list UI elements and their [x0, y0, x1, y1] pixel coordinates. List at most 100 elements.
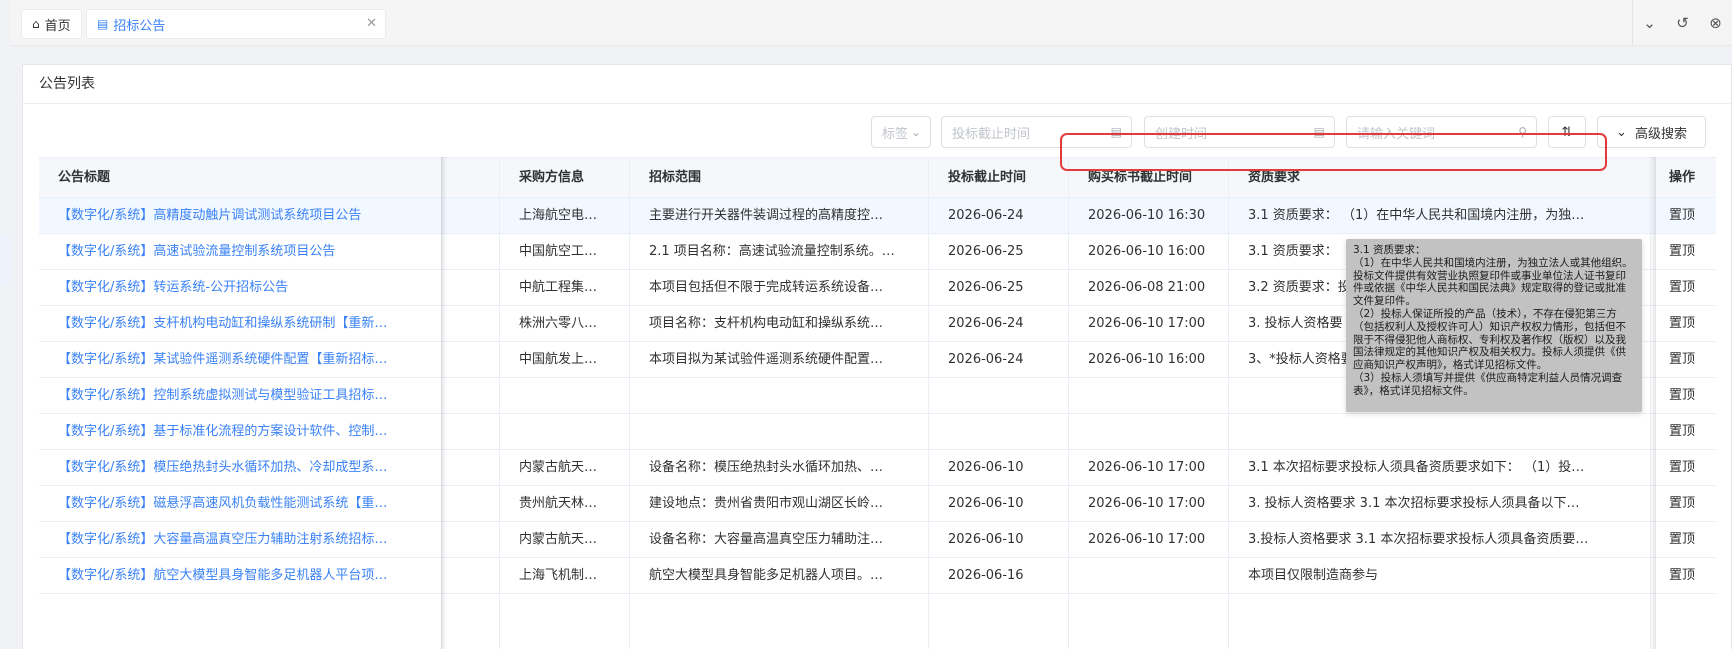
tooltip-line: （3）投标人须填写并提供《供应商特定利益人员情况调查表》，格式详见招标文件。 — [1353, 371, 1623, 397]
header-scope[interactable]: 招标范围 — [630, 158, 931, 198]
cell-bid-deadline: 2026-06-25 — [948, 244, 1024, 259]
tab-announcements[interactable]: ▤ 招标公告 ✕ — [86, 9, 386, 39]
keyword-search-input[interactable]: 请输入关键词 ⚲ — [1346, 116, 1537, 148]
header-qualification[interactable]: 资质要求 — [1229, 158, 1649, 198]
calendar-icon: ▤ — [1313, 125, 1325, 139]
tab-announcements-label: 招标公告 — [113, 18, 166, 34]
cell-title[interactable]: 【数字化/系统】高速试验流量控制系统项目公告 — [39, 234, 441, 270]
column-divider — [629, 157, 630, 649]
top-action-link[interactable]: 置顶 — [1650, 198, 1716, 234]
header-title[interactable]: 公告标题 — [39, 158, 449, 198]
top-action-link[interactable]: 置顶 — [1650, 414, 1716, 450]
table-row[interactable]: 【数字化/系统】模压绝热封头水循环加热、冷却成型系… 内蒙古航天… 设备名称：模压绝… — [39, 450, 1716, 486]
cell-title[interactable]: 【数字化/系统】模压绝热封头水循环加热、冷却成型系… — [39, 450, 441, 486]
top-action-link[interactable]: 置顶 — [1650, 306, 1716, 342]
cell-scope: 项目名称：支杆机构电动缸和操纵系统… — [649, 316, 884, 331]
cell-scope: 本项目拟为某试验件遥测系统硬件配置… — [649, 352, 884, 367]
cell-buyer: 上海航空电… — [519, 208, 598, 223]
cell-scope: 航空大模型具身智能多足机器人项目。… — [649, 568, 884, 583]
cell-title[interactable]: 【数字化/系统】转运系统-公开招标公告 — [39, 270, 441, 306]
cell-scope: 主要进行开关器件装调过程的高精度控… — [649, 208, 884, 223]
cell-title[interactable]: 【数字化/系统】控制系统虚拟测试与模型验证工具招标… — [39, 378, 441, 414]
cell-title[interactable]: 【数字化/系统】高精度动触片调试测试系统项目公告 — [39, 198, 441, 234]
cell-doc-deadline — [1069, 558, 1228, 594]
cell-doc-deadline: 2026-06-10 17:00 — [1088, 532, 1206, 547]
close-circle-icon[interactable]: ⊗ — [1709, 14, 1722, 32]
column-divider — [499, 157, 500, 649]
created-time-picker[interactable]: 创建时间 ▤ — [1144, 116, 1335, 148]
top-action-link[interactable]: 置顶 — [1650, 270, 1716, 306]
table-row[interactable]: 【数字化/系统】大容量高温真空压力辅助注射系统招标… 内蒙古航天… 设备名称：大容量… — [39, 522, 1716, 558]
advanced-search-button[interactable]: ⌄ 高级搜索 — [1597, 116, 1706, 148]
cell-scope: 设备名称：模压绝热封头水循环加热、… — [649, 460, 884, 475]
bid-deadline-placeholder: 投标截止时间 — [952, 126, 1031, 142]
table-row[interactable]: 【数字化/系统】基于标准化流程的方案设计软件、控制… 置顶 — [39, 414, 1716, 450]
cell-doc-deadline — [1069, 378, 1228, 414]
search-icon: ⚲ — [1518, 125, 1527, 139]
top-action-link[interactable]: 置顶 — [1650, 558, 1716, 594]
cell-bid-deadline: 2026-06-10 — [948, 532, 1024, 547]
fixed-column-shadow — [1650, 157, 1656, 649]
advanced-search-label: 高级搜索 — [1634, 126, 1687, 142]
cell-qualification: 3.1 本次招标要求投标人须具备资质要求如下： （1）投… — [1248, 460, 1585, 475]
history-icon[interactable]: ↺ — [1676, 14, 1689, 32]
sort-button[interactable]: ⇅ — [1548, 116, 1586, 148]
cell-doc-deadline: 2026-06-10 16:30 — [1088, 208, 1206, 223]
header-doc-deadline[interactable]: 购买标书截止时间 — [1069, 158, 1230, 198]
table-row[interactable]: 【数字化/系统】磁悬浮高速风机负载性能测试系统【重… 贵州航天林… 建设地点：贵州省… — [39, 486, 1716, 522]
cell-doc-deadline: 2026-06-10 16:00 — [1088, 244, 1206, 259]
tab-home-label: 首页 — [44, 18, 71, 34]
cell-scope — [630, 414, 928, 450]
table-row[interactable]: 【数字化/系统】航空大模型具身智能多足机器人平台项… 上海飞机制… 航空大模型具身智… — [39, 558, 1716, 594]
header-action: 操作 — [1669, 170, 1696, 185]
cell-title[interactable]: 【数字化/系统】航空大模型具身智能多足机器人平台项… — [39, 558, 441, 594]
cell-scope: 设备名称：大容量高温真空压力辅助注… — [649, 532, 884, 547]
cell-scope: 本项目包括但不限于完成转运系统设备… — [649, 280, 884, 295]
filter-toolbar: 标签 ⌄ 投标截止时间 ▤ 创建时间 ▤ 请输入关键词 ⚲ ⇅ ⌄ 高级搜索 — [23, 116, 1731, 148]
cell-title[interactable]: 【数字化/系统】某试验件遥测系统硬件配置【重新招标… — [39, 342, 441, 378]
top-action-link[interactable]: 置顶 — [1650, 234, 1716, 270]
sidebar-stub — [0, 234, 10, 286]
tag-select-label: 标签 — [882, 126, 909, 142]
top-action-link[interactable]: 置顶 — [1650, 342, 1716, 378]
table-row[interactable]: 【数字化/系统】高精度动触片调试测试系统项目公告 上海航空电… 主要进行开关器件装调… — [39, 198, 1716, 234]
top-action-link[interactable]: 置顶 — [1650, 522, 1716, 558]
close-icon[interactable]: ✕ — [366, 16, 377, 31]
cell-title[interactable]: 【数字化/系统】基于标准化流程的方案设计软件、控制… — [39, 414, 441, 450]
cell-doc-deadline: 2026-06-10 16:00 — [1088, 352, 1206, 367]
cell-buyer: 内蒙古航天… — [519, 532, 598, 547]
bid-deadline-picker[interactable]: 投标截止时间 ▤ — [941, 116, 1132, 148]
cell-scope: 建设地点：贵州省贵阳市观山湖区长岭… — [649, 496, 884, 511]
fixed-column-shadow — [441, 157, 447, 649]
tab-bar: ⌂ 首页 ▤ 招标公告 ✕ ⌄ ↺ ⊗ — [10, 0, 1732, 46]
panel-title: 公告列表 — [23, 65, 1731, 104]
sort-icon: ⇅ — [1561, 124, 1573, 140]
tag-select[interactable]: 标签 ⌄ — [871, 116, 931, 148]
cell-scope: 2.1 项目名称：高速试验流量控制系统。… — [649, 244, 895, 259]
cell-doc-deadline: 2026-06-10 17:00 — [1088, 496, 1206, 511]
header-buyer[interactable]: 采购方信息 — [500, 158, 631, 198]
top-action-link[interactable]: 置顶 — [1650, 486, 1716, 522]
header-bid-deadline[interactable]: 投标截止时间 — [929, 158, 1070, 198]
cell-title[interactable]: 【数字化/系统】磁悬浮高速风机负载性能测试系统【重… — [39, 486, 441, 522]
cell-title[interactable]: 【数字化/系统】大容量高温真空压力辅助注射系统招标… — [39, 522, 441, 558]
cell-scope — [630, 378, 928, 414]
cell-buyer — [500, 414, 629, 450]
cell-buyer: 株洲六零八… — [519, 316, 598, 331]
cell-qualification: 3.1 资质要求： （1）在中华人民共和国境内注册，为独… — [1248, 208, 1585, 223]
cell-qualification: 3. 投标人资格要求 3.1 本次招标要求投标人须具备以下… — [1248, 496, 1580, 511]
cell-qualification: 本项目仅限制造商参与 — [1248, 568, 1379, 583]
top-action-link[interactable]: 置顶 — [1650, 450, 1716, 486]
cell-doc-deadline: 2026-06-10 17:00 — [1088, 460, 1206, 475]
tab-home[interactable]: ⌂ 首页 — [21, 9, 82, 39]
cell-title[interactable]: 【数字化/系统】支杆机构电动缸和操纵系统研制【重新… — [39, 306, 441, 342]
cell-buyer: 中国航空工… — [519, 244, 598, 259]
cell-qualification — [1229, 414, 1649, 450]
cell-bid-deadline — [929, 378, 1068, 414]
cell-bid-deadline: 2026-06-24 — [948, 208, 1024, 223]
home-icon: ⌂ — [32, 17, 40, 31]
cell-bid-deadline: 2026-06-10 — [948, 496, 1024, 511]
top-action-link[interactable]: 置顶 — [1650, 378, 1716, 414]
chevron-down-icon[interactable]: ⌄ — [1643, 14, 1656, 32]
cell-bid-deadline — [929, 414, 1068, 450]
